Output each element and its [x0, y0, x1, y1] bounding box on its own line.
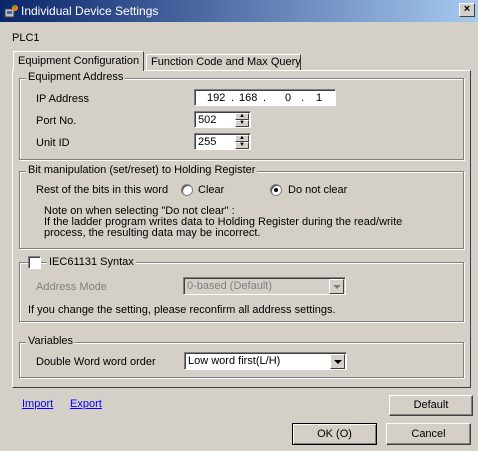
tab-function-code[interactable]: Function Code and Max Query [146, 54, 301, 70]
address-mode-value: 0-based (Default) [187, 280, 272, 292]
import-link[interactable]: Import [22, 398, 53, 410]
double-word-order-dropdown[interactable]: Low word first(L/H) [184, 352, 347, 370]
double-word-order-label: Double Word word order [36, 356, 156, 368]
ip-octet-4[interactable]: 1 [316, 92, 322, 104]
port-spin-buttons[interactable]: ▲ ▼ [235, 113, 249, 128]
iec61131-checkbox[interactable] [28, 256, 41, 269]
tab-panel: Equipment Address IP Address 192 . 168 .… [12, 70, 471, 388]
dialog-window: Individual Device Settings × PLC1 Equipm… [0, 0, 478, 451]
unit-id-spin-buttons[interactable]: ▲ ▼ [235, 135, 249, 150]
iec61131-label[interactable]: IEC61131 Syntax [47, 256, 136, 268]
port-stepper[interactable]: 502 ▲ ▼ [194, 111, 251, 128]
cancel-button[interactable]: Cancel [386, 423, 471, 445]
window-title: Individual Device Settings [21, 4, 159, 18]
bit-manipulation-group: Bit manipulation (set/reset) to Holding … [19, 164, 464, 249]
unit-id-label: Unit ID [36, 137, 70, 149]
group-title: Variables [26, 335, 76, 347]
do-not-clear-radio-label[interactable]: Do not clear [288, 184, 347, 196]
address-mode-label: Address Mode [36, 281, 107, 293]
address-mode-dropdown[interactable]: 0-based (Default) [183, 277, 346, 295]
port-value: 502 [198, 114, 217, 126]
rest-of-bits-label: Rest of the bits in this word [36, 184, 169, 196]
default-button[interactable]: Default [389, 395, 473, 416]
ok-button[interactable]: OK (O) [292, 423, 377, 445]
tab-label: Equipment Configuration [18, 55, 140, 67]
tab-equipment-configuration[interactable]: Equipment Configuration [13, 51, 144, 71]
clear-radio[interactable] [181, 184, 193, 196]
ip-address-field[interactable]: 192 . 168 . 0 . 1 [194, 89, 336, 106]
clear-radio-label[interactable]: Clear [198, 184, 224, 196]
iec-group: IEC61131 Syntax Address Mode 0-based (De… [19, 256, 464, 322]
group-title: Bit manipulation (set/reset) to Holding … [26, 164, 258, 176]
double-word-order-value: Low word first(L/H) [188, 355, 281, 367]
title-bar[interactable]: Individual Device Settings × [0, 0, 478, 22]
ip-octet-1[interactable]: 192 [207, 92, 225, 104]
variables-group: Variables Double Word word order Low wor… [19, 335, 464, 378]
chevron-down-icon[interactable] [330, 354, 345, 369]
ip-octet-2[interactable]: 168 [239, 92, 257, 104]
tab-label: Function Code and Max Query [151, 56, 301, 68]
close-button[interactable]: × [459, 3, 475, 17]
do-not-clear-radio[interactable] [270, 184, 282, 196]
reconfirm-note: If you change the setting, please reconf… [28, 304, 336, 316]
device-settings-icon [4, 5, 18, 18]
export-link[interactable]: Export [70, 398, 102, 410]
ip-address-label: IP Address [36, 93, 89, 105]
ip-octet-3[interactable]: 0 [285, 92, 291, 104]
group-title: Equipment Address [26, 71, 126, 83]
note-line-3: process, the resulting data may be incor… [44, 227, 261, 239]
device-name: PLC1 [12, 32, 40, 44]
unit-id-stepper[interactable]: 255 ▲ ▼ [194, 133, 251, 150]
port-label: Port No. [36, 115, 77, 127]
chevron-down-icon[interactable] [329, 279, 344, 294]
equipment-address-group: Equipment Address IP Address 192 . 168 .… [19, 71, 464, 160]
unit-id-value: 255 [198, 136, 217, 148]
